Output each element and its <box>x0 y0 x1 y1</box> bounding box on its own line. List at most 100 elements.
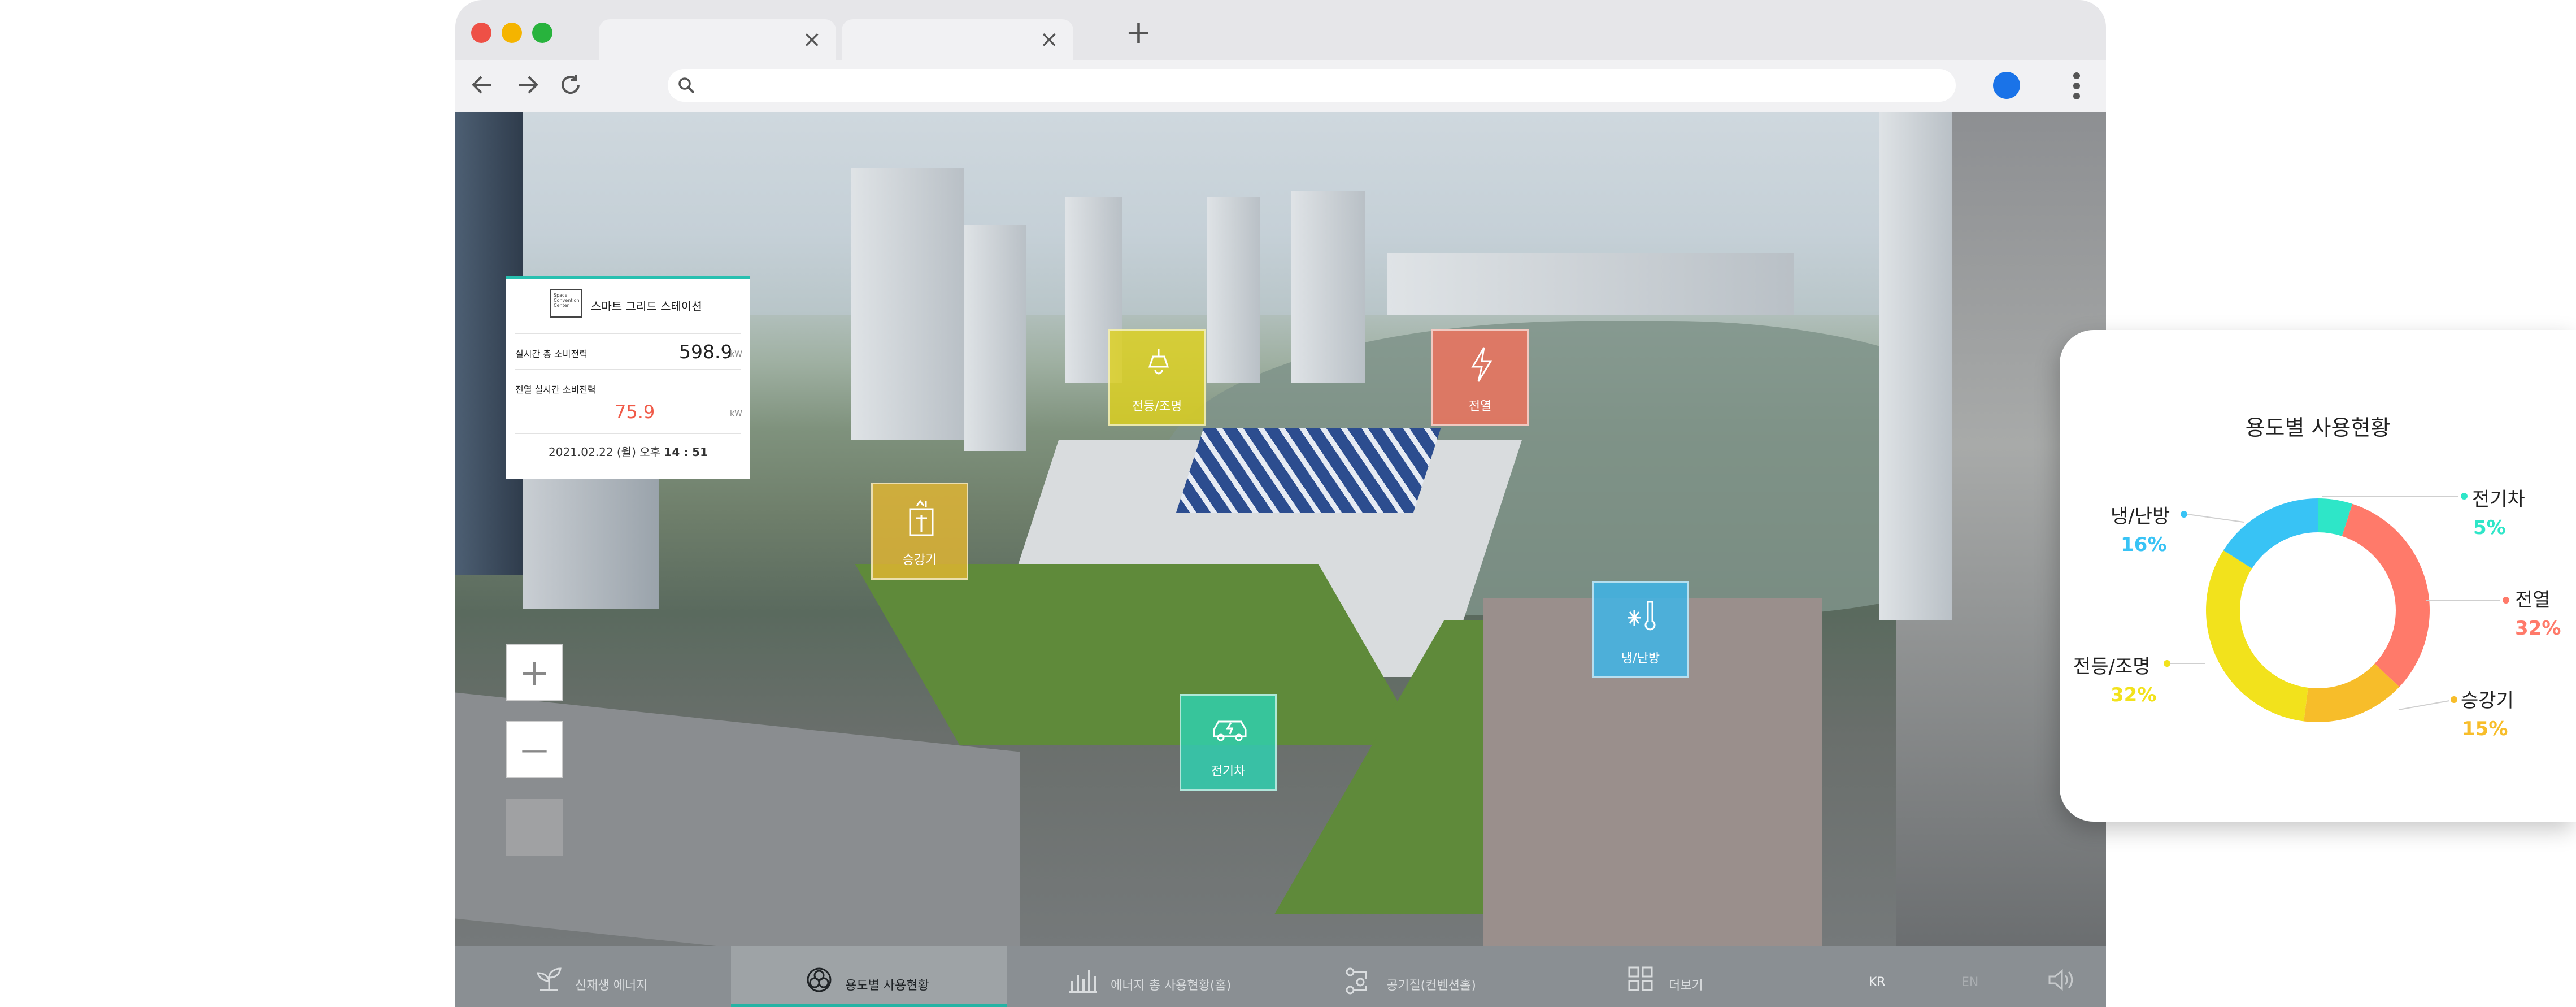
bottom-nav: 신재생 에너지 용도별 사용현황 에너지 총 사용현황(홈) 공기질(컨벤션홀)… <box>455 946 2106 1007</box>
search-icon <box>678 77 695 94</box>
marker-hvac-label: 냉/난방 <box>1621 652 1660 666</box>
marker-elevator[interactable]: 승강기 <box>871 483 968 580</box>
lamp-icon <box>1148 349 1169 375</box>
nav-air-quality-label: 공기질(컨벤션홀) <box>1386 979 1476 993</box>
ev-segment-pct: 5% <box>2473 516 2506 539</box>
panel-title: 스마트 그리드 스테이션 <box>591 300 702 313</box>
back-arrow-icon[interactable] <box>467 69 498 101</box>
heat-segment-label: 전열 <box>2515 589 2551 611</box>
total-power-label: 실시간 총 소비전력 <box>515 349 588 359</box>
smart-grid-panel: Space Convention Center 스마트 그리드 스테이션 실시간… <box>506 276 750 479</box>
new-tab-button[interactable]: + <box>1125 16 1152 50</box>
maximize-window-dot[interactable] <box>532 23 552 43</box>
hvac-leader-line <box>2187 514 2244 523</box>
panel-header: Space Convention Center 스마트 그리드 스테이션 <box>506 279 750 328</box>
heat-donut-segment <box>2342 504 2430 687</box>
hvac-segment-label: 냉/난방 <box>2111 505 2170 528</box>
nav-usage-by-purpose-label: 용도별 사용현황 <box>845 979 929 993</box>
ev-leader-dot <box>2461 493 2468 500</box>
grid-icon <box>1628 966 1653 991</box>
tab-close-icon[interactable]: × <box>1039 28 1059 51</box>
air-quality-icon <box>1346 967 1367 995</box>
minus-icon: — <box>521 734 548 766</box>
heat-power-value: 75.9 <box>615 401 655 423</box>
nav-total-energy-home-label: 에너지 총 사용현황(홈) <box>1111 979 1232 993</box>
lighting-leader-dot <box>2164 660 2170 667</box>
marker-ev[interactable]: 전기차 <box>1180 694 1277 791</box>
zoom-in-button[interactable]: + <box>506 644 563 701</box>
elevator-leader-dot <box>2451 696 2457 703</box>
more-menu-icon[interactable] <box>2072 70 2081 102</box>
browser-tab-2[interactable]: × <box>842 19 1073 60</box>
zoom-extra-button[interactable] <box>506 799 563 856</box>
scene-tower <box>964 225 1026 451</box>
browser-tab-1[interactable]: × <box>599 19 836 60</box>
heat-power-row: 전열 실시간 소비전력 75.9 kW <box>515 373 742 434</box>
nav-more[interactable]: 더보기 <box>1558 946 1834 1007</box>
heat-leader-dot <box>2503 597 2509 604</box>
nav-total-energy-home[interactable]: 에너지 총 사용현황(홈) <box>1007 946 1282 1007</box>
lang-kr-button[interactable]: KR <box>1869 975 1886 989</box>
elevator-leader-line <box>2398 700 2450 710</box>
heat-segment-pct: 32% <box>2515 617 2561 640</box>
lighting-donut-segment <box>2206 550 2308 722</box>
nav-usage-by-purpose[interactable]: 용도별 사용현황 <box>731 946 1007 1007</box>
tab-close-icon[interactable]: × <box>802 28 821 51</box>
heat-power-unit: kW <box>730 409 742 418</box>
total-power-unit: kW <box>730 350 742 359</box>
building-3d-view[interactable]: Space Convention Center 스마트 그리드 스테이션 실시간… <box>455 112 2106 946</box>
snowflake-thermometer-icon <box>1628 601 1656 631</box>
minimize-window-dot[interactable] <box>502 23 522 43</box>
ev-segment-label: 전기차 <box>2472 488 2525 511</box>
elevator-segment-pct: 15% <box>2462 718 2508 740</box>
profile-avatar[interactable] <box>1993 72 2020 99</box>
marker-heat[interactable]: 전열 <box>1431 329 1529 426</box>
scene-tower <box>851 168 964 440</box>
plant-icon <box>537 967 562 991</box>
marker-heat-label: 전열 <box>1468 400 1492 414</box>
address-bar[interactable] <box>668 69 1956 102</box>
plus-icon: + <box>519 652 550 694</box>
zoom-out-button[interactable]: — <box>506 721 563 778</box>
datetime-time: 14 : 51 <box>664 445 708 459</box>
elevator-segment-label: 승강기 <box>2461 689 2514 712</box>
total-power-value: 598.9 <box>679 341 733 363</box>
hvac-leader-dot <box>2181 511 2187 518</box>
marker-lighting[interactable]: 전등/조명 <box>1108 329 1206 426</box>
forward-arrow-icon[interactable] <box>512 69 543 101</box>
close-window-dot[interactable] <box>471 23 491 43</box>
scene-tower <box>1291 191 1365 383</box>
convention-center-logo: Space Convention Center <box>550 289 582 318</box>
total-power-row: 실시간 총 소비전력 598.9 kW <box>515 333 742 370</box>
usage-icon <box>807 967 832 992</box>
scene-tower <box>1387 253 1794 315</box>
speaker-icon[interactable] <box>2047 969 2074 991</box>
hvac-segment-pct: 16% <box>2121 533 2167 556</box>
usage-by-purpose-card: 용도별 사용현황 전기차 5% 전열 32% 승강기 15% 전등/조명 32%… <box>2060 330 2576 822</box>
electric-car-icon <box>1213 720 1247 741</box>
reload-icon[interactable] <box>555 69 586 101</box>
usage-donut-chart <box>2164 493 2509 722</box>
nav-more-label: 더보기 <box>1669 979 1703 993</box>
lang-en-button[interactable]: EN <box>1961 975 1978 989</box>
browser-window: × × + Space Convention Center 스마트 그리드 스테… <box>455 0 2106 1007</box>
hvac-donut-segment <box>2223 498 2318 569</box>
scene-tower <box>1879 112 1952 620</box>
panel-datetime: 2021.02.22 (월) 오후 14 : 51 <box>506 443 750 459</box>
nav-renewable-energy[interactable]: 신재생 에너지 <box>455 946 731 1007</box>
scene-tower <box>1207 197 1260 383</box>
marker-hvac[interactable]: 냉/난방 <box>1592 581 1689 678</box>
lighting-segment-pct: 32% <box>2111 684 2157 706</box>
scene-solar-panels <box>1176 428 1441 513</box>
nav-renewable-energy-label: 신재생 에너지 <box>575 979 648 993</box>
bar-chart-icon <box>1069 970 1097 993</box>
browser-toolbar <box>455 60 2106 112</box>
elevator-icon <box>909 500 934 536</box>
lightning-icon <box>1471 347 1492 382</box>
heat-power-label: 전열 실시간 소비전력 <box>515 384 596 395</box>
nav-air-quality[interactable]: 공기질(컨벤션홀) <box>1282 946 1558 1007</box>
lighting-segment-label: 전등/조명 <box>2073 656 2151 678</box>
marker-lighting-label: 전등/조명 <box>1132 400 1182 414</box>
datetime-date: 2021.02.22 (월) 오후 <box>549 445 661 459</box>
marker-elevator-label: 승강기 <box>902 553 937 567</box>
